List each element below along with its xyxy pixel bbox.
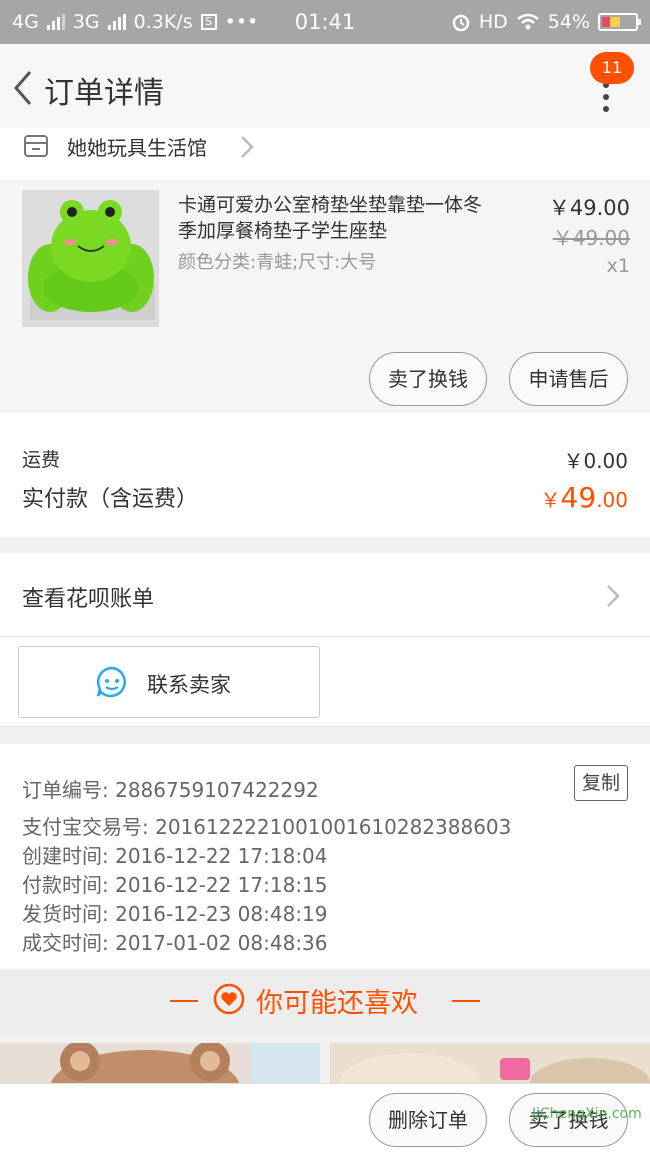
watermark-text: JiChengXin.com <box>532 1106 642 1122</box>
recommend-header: 你可能还喜欢 <box>0 969 650 1035</box>
app-header: 订单详情 11 <box>0 44 650 132</box>
recommend-title: 你可能还喜欢 <box>256 988 418 1019</box>
product-price: ￥49.00 <box>548 196 630 220</box>
product-image[interactable] <box>22 190 159 327</box>
signal-icon-2 <box>107 14 126 30</box>
status-left: 4G 3G 0.3K/s S ••• <box>12 11 272 33</box>
battery-percent: 54% <box>547 11 590 33</box>
fees-section: 运费 ￥0.00 实付款（含运费） ￥49.00 <box>0 413 650 537</box>
signal-icon <box>46 14 65 30</box>
page-title: 订单详情 <box>44 76 164 111</box>
view-huabei-bill-row[interactable]: 查看花呗账单 <box>0 553 650 637</box>
status-right: HD 54% <box>451 11 641 33</box>
shop-row[interactable]: 她她玩具生活馆 <box>0 128 650 180</box>
teddy-bear-image <box>0 1043 320 1088</box>
order-info-section: 订单编号: 2886759107422292 复制 支付宝交易号: 201612… <box>0 744 650 969</box>
apply-aftersale-button[interactable]: 申请售后 <box>509 352 628 406</box>
chevron-right-icon <box>607 585 620 607</box>
message-count-badge[interactable]: 11 <box>590 52 634 84</box>
more-notifications-icon: ••• <box>224 11 259 33</box>
completed-time: 成交时间: 2017-01-02 08:48:36 <box>22 931 328 955</box>
recommend-item-1[interactable] <box>0 1043 320 1088</box>
huabei-label: 查看花呗账单 <box>22 587 155 612</box>
contact-seller-button[interactable]: 联系卖家 <box>18 646 320 718</box>
paid-amount-decimal: .00 <box>596 488 628 512</box>
product-card[interactable]: 卡通可爱办公室椅垫坐垫靠垫一体冬季加厚餐椅垫子学生座垫 颜色分类:青蛙;尺寸:大… <box>0 180 650 413</box>
shipped-time: 发货时间: 2016-12-23 08:48:19 <box>22 902 328 926</box>
divider-left <box>170 1000 198 1002</box>
wifi-icon <box>516 13 539 30</box>
paid-time: 付款时间: 2016-12-22 17:18:15 <box>22 873 328 897</box>
contact-seller-label: 联系卖家 <box>147 673 231 697</box>
product-original-price: ￥49.00 <box>552 226 630 250</box>
shop-name: 她她玩具生活馆 <box>67 136 207 160</box>
alipay-trade-number: 支付宝交易号: 2016122221001001610282388603 <box>22 815 512 839</box>
paid-currency: ￥ <box>540 488 561 512</box>
contact-section: 联系卖家 <box>0 637 650 727</box>
product-attributes: 颜色分类:青蛙;尺寸:大号 <box>178 252 377 273</box>
copy-order-number-button[interactable]: 复制 <box>574 765 628 801</box>
network-4g-label: 4G <box>12 11 39 33</box>
paid-amount-value: ￥49.00 <box>541 481 628 514</box>
back-arrow-icon[interactable] <box>10 68 36 108</box>
shipping-fee-label: 运费 <box>22 449 61 471</box>
order-number: 订单编号: 2886759107422292 <box>22 778 319 802</box>
status-bar: 4G 3G 0.3K/s S ••• 01:41 HD 54% <box>0 0 650 44</box>
alarm-icon <box>452 14 470 32</box>
network-speed: 0.3K/s <box>133 11 193 33</box>
divider-right <box>452 1000 480 1002</box>
hd-label: HD <box>478 11 508 33</box>
paid-amount-integer: 49 <box>560 481 597 514</box>
product-quantity: x1 <box>606 255 630 277</box>
network-3g-label: 3G <box>72 11 100 33</box>
chevron-right-icon <box>241 136 254 158</box>
frog-cushion-image <box>22 190 159 327</box>
chat-smiley-icon <box>96 666 126 698</box>
created-time: 创建时间: 2016-12-22 17:18:04 <box>22 844 328 868</box>
shipping-fee-value: ￥0.00 <box>563 449 628 473</box>
more-menu-icon[interactable] <box>596 82 616 112</box>
delete-order-button[interactable]: 删除订单 <box>369 1093 487 1147</box>
s-notification-icon: S <box>200 14 217 30</box>
sell-resell-button[interactable]: 卖了换钱 <box>369 352 487 406</box>
plush-toy-image <box>330 1043 650 1088</box>
recommend-item-2[interactable] <box>330 1043 650 1088</box>
store-icon <box>24 135 48 157</box>
product-name[interactable]: 卡通可爱办公室椅垫坐垫靠垫一体冬季加厚餐椅垫子学生座垫 <box>178 192 488 244</box>
paid-amount-label: 实付款（含运费） <box>22 487 199 512</box>
battery-icon <box>598 13 641 31</box>
heart-icon <box>213 983 245 1015</box>
